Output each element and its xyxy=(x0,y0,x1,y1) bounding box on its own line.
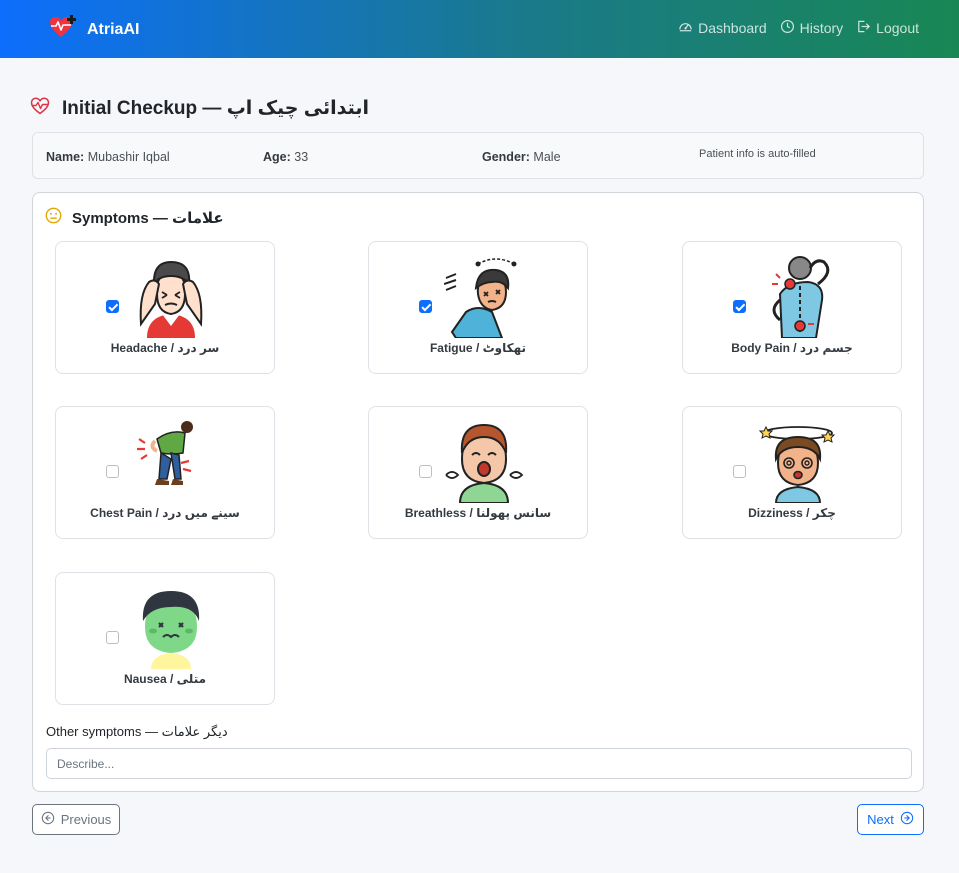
dizziness-label: Dizziness / چکر xyxy=(748,506,836,520)
patient-gender-value: Male xyxy=(533,150,561,164)
patient-gender: Gender: Male xyxy=(482,150,561,164)
arrow-left-circle-icon xyxy=(41,811,55,828)
neutral-face-icon xyxy=(45,207,62,229)
symptom-card-nausea[interactable]: Nausea / متلی xyxy=(55,572,275,705)
chest-pain-checkbox[interactable] xyxy=(106,465,119,478)
nav-history[interactable]: History xyxy=(780,19,844,37)
patient-age: Age: 33 xyxy=(263,150,308,164)
body-pain-label: Body Pain / جسم درد xyxy=(731,341,853,355)
auto-fill-note: Patient info is auto-filled xyxy=(699,148,816,160)
nausea-checkbox[interactable] xyxy=(106,631,119,644)
patient-age-label: Age: xyxy=(263,150,291,164)
arrow-right-circle-icon xyxy=(900,811,914,828)
breathless-icon xyxy=(445,423,524,503)
next-button[interactable]: Next xyxy=(857,804,924,835)
chest-pain-icon xyxy=(137,421,193,485)
dizziness-checkbox[interactable] xyxy=(733,465,746,478)
nausea-label: Nausea / متلی xyxy=(123,672,207,686)
symptom-card-body-pain[interactable]: Body Pain / جسم درد xyxy=(682,241,902,374)
logout-icon xyxy=(856,19,871,37)
headache-label: Headache / سر درد xyxy=(110,341,220,355)
breathless-label: Breathless / سانس پھولنا xyxy=(404,506,552,520)
symptom-card-fatigue[interactable]: Fatigue / تھکاوٹ xyxy=(368,241,588,374)
patient-info-bar: Name: Mubashir Iqbal Age: 33 Gender: Mal… xyxy=(32,132,924,179)
dizziness-icon xyxy=(758,425,836,503)
navbar: AtriaAI Dashboard History Logout xyxy=(0,0,959,58)
patient-age-value: 33 xyxy=(294,150,309,164)
speedometer-icon xyxy=(678,19,693,37)
symptom-card-breathless[interactable]: Breathless / سانس پھولنا xyxy=(368,406,588,539)
headache-icon xyxy=(139,260,203,338)
page-title: Initial Checkup — ابتدائی چیک اپ xyxy=(30,96,369,121)
heart-pulse-icon xyxy=(30,96,50,121)
patient-gender-label: Gender: xyxy=(482,150,530,164)
symptoms-title: Symptoms — علامات xyxy=(72,210,224,227)
symptom-card-chest-pain[interactable]: Chest Pain / سینے میں درد xyxy=(55,406,275,539)
previous-button[interactable]: Previous xyxy=(32,804,120,835)
symptoms-card: Symptoms — علامات Headache / سر درد Fati… xyxy=(32,192,924,792)
brand-name: AtriaAI xyxy=(87,20,140,38)
fatigue-checkbox[interactable] xyxy=(419,300,432,313)
breathless-checkbox[interactable] xyxy=(419,465,432,478)
headache-checkbox[interactable] xyxy=(106,300,119,313)
symptom-card-headache[interactable]: Headache / سر درد xyxy=(55,241,275,374)
next-button-label: Next xyxy=(867,812,894,827)
fatigue-icon xyxy=(444,258,517,338)
body-pain-icon xyxy=(772,256,830,338)
clock-icon xyxy=(780,19,795,37)
nav-history-label: History xyxy=(799,20,844,36)
nav-logout[interactable]: Logout xyxy=(856,19,919,37)
nav-links: Dashboard History Logout xyxy=(678,19,919,37)
nav-dashboard[interactable]: Dashboard xyxy=(678,19,767,37)
previous-button-label: Previous xyxy=(60,812,112,827)
brand[interactable]: AtriaAI xyxy=(48,14,139,45)
patient-name: Name: Mubashir Iqbal xyxy=(46,150,170,164)
symptom-card-dizziness[interactable]: Dizziness / چکر xyxy=(682,406,902,539)
patient-name-label: Name: xyxy=(46,150,85,164)
nausea-icon xyxy=(142,591,200,669)
fatigue-label: Fatigue / تھکاوٹ xyxy=(429,341,527,355)
nav-dashboard-label: Dashboard xyxy=(698,20,767,36)
nav-logout-label: Logout xyxy=(876,20,919,36)
page-title-text: Initial Checkup — ابتدائی چیک اپ xyxy=(62,98,370,119)
chest-pain-label: Chest Pain / سینے میں درد xyxy=(90,506,240,520)
other-symptoms-input[interactable] xyxy=(46,748,912,779)
other-symptoms-label: Other symptoms — دیگر علامات xyxy=(46,724,228,739)
patient-name-value: Mubashir Iqbal xyxy=(87,150,170,164)
heart-pulse-logo-icon xyxy=(48,14,78,45)
symptoms-header: Symptoms — علامات xyxy=(45,207,224,229)
body-pain-checkbox[interactable] xyxy=(733,300,746,313)
